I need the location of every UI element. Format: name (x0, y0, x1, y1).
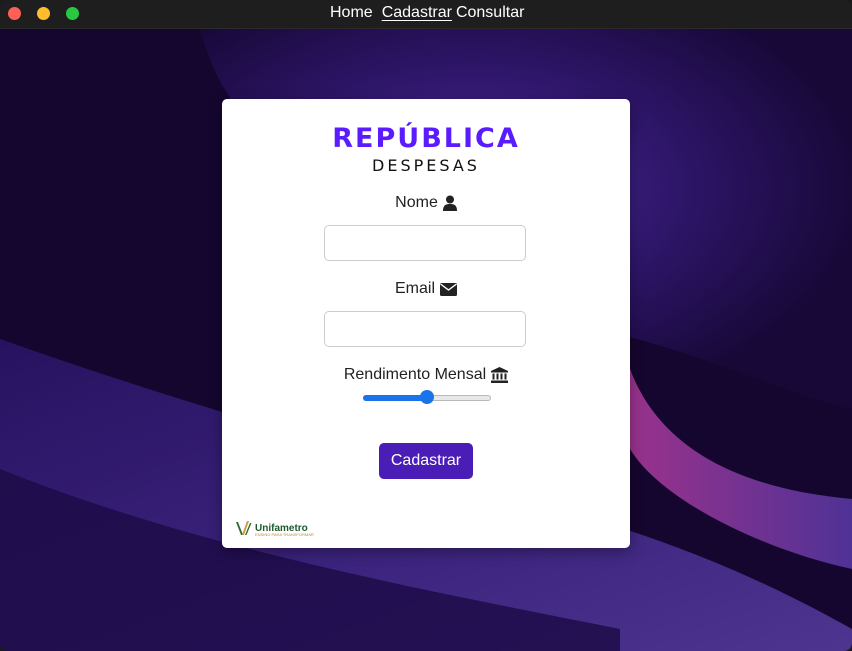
name-label: Nome (222, 194, 630, 212)
unifametro-logo: Unifametro ENSINO PARA TRANSFORMAR (235, 519, 314, 537)
unifametro-logo-tagline: ENSINO PARA TRANSFORMAR (255, 532, 314, 537)
nav-home-link[interactable]: Home (330, 4, 373, 22)
top-nav: Home Cadastrar Consultar (330, 4, 524, 22)
nav-consultar-link[interactable]: Consultar (456, 4, 524, 22)
income-slider-thumb[interactable] (420, 390, 434, 404)
close-window-button[interactable] (8, 7, 21, 20)
title-bar: Home Cadastrar Consultar (0, 0, 852, 29)
unifametro-logo-mark (236, 521, 252, 535)
email-label: Email (222, 280, 630, 298)
income-slider-fill (363, 395, 427, 401)
signup-card: REPÚBLICA DESPESAS Nome Email Rendimento… (222, 99, 630, 548)
app-window: Home Cadastrar Consultar REPÚBLICA DESPE… (0, 0, 852, 651)
page-content: REPÚBLICA DESPESAS Nome Email Rendimento… (0, 29, 852, 651)
maximize-window-button[interactable] (66, 7, 79, 20)
brand-title: REPÚBLICA (332, 123, 520, 154)
email-input[interactable] (324, 311, 526, 347)
minimize-window-button[interactable] (37, 7, 50, 20)
bank-icon (491, 367, 509, 383)
income-slider[interactable] (363, 390, 491, 404)
brand-subtitle: DESPESAS (372, 156, 480, 175)
income-label: Rendimento Mensal (222, 366, 630, 384)
cadastrar-button[interactable]: Cadastrar (379, 443, 473, 479)
name-label-text: Nome (395, 194, 438, 211)
income-label-text: Rendimento Mensal (343, 366, 487, 383)
email-label-text: Email (394, 280, 435, 297)
user-icon (442, 195, 457, 211)
name-input[interactable] (324, 225, 526, 261)
envelope-icon (440, 282, 457, 296)
nav-cadastrar-link[interactable]: Cadastrar (382, 4, 452, 22)
